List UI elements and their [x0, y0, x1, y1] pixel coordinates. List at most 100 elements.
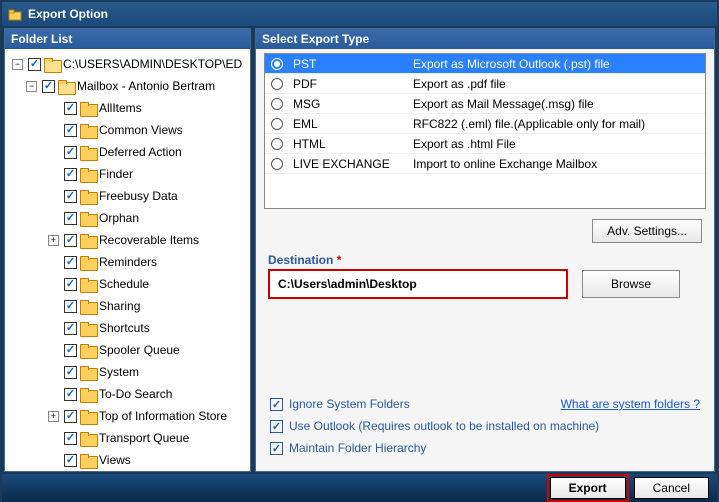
checkbox[interactable]	[64, 454, 77, 467]
folder-list-header: Folder List	[5, 29, 250, 49]
expand-icon[interactable]: −	[26, 81, 37, 92]
tree-item-label: Deferred Action	[99, 143, 182, 161]
tree-item-label: Finder	[99, 165, 133, 183]
export-type-row[interactable]: HTMLExport as .html File	[265, 134, 705, 154]
folder-icon	[80, 146, 96, 159]
export-type-row[interactable]: MSGExport as Mail Message(.msg) file	[265, 94, 705, 114]
folder-icon	[80, 102, 96, 115]
checkbox[interactable]	[64, 124, 77, 137]
radio[interactable]	[271, 58, 283, 70]
checkbox[interactable]	[64, 234, 77, 247]
tree-item[interactable]: To-Do Search	[7, 385, 172, 403]
maintain-hierarchy-label: Maintain Folder Hierarchy	[289, 441, 426, 455]
tree-item[interactable]: Spooler Queue	[7, 341, 180, 359]
app-icon	[8, 7, 22, 21]
tree-item[interactable]: +Top of Information Store	[7, 407, 227, 425]
tree-item[interactable]: Views	[7, 451, 131, 469]
tree-item-label: Reminders	[99, 253, 157, 271]
tree-item-label: To-Do Search	[99, 385, 172, 403]
checkbox[interactable]	[64, 388, 77, 401]
folder-open-icon	[44, 58, 60, 71]
folder-icon	[80, 278, 96, 291]
tree-item[interactable]: Sharing	[7, 297, 140, 315]
export-button[interactable]: Export	[550, 477, 626, 499]
maintain-hierarchy-checkbox[interactable]	[270, 442, 283, 455]
checkbox[interactable]	[42, 80, 55, 93]
tree-item-label: Recoverable Items	[99, 231, 199, 249]
tree-item[interactable]: Schedule	[7, 275, 149, 293]
ignore-system-folders-label: Ignore System Folders	[289, 397, 410, 411]
folder-icon	[80, 366, 96, 379]
export-type-row[interactable]: EMLRFC822 (.eml) file.(Applicable only f…	[265, 114, 705, 134]
destination-label: Destination *	[256, 249, 714, 269]
tree-item-label: Shortcuts	[99, 319, 150, 337]
title-bar: Export Option	[2, 2, 717, 26]
tree-item-label: Common Views	[99, 121, 183, 139]
cancel-button[interactable]: Cancel	[634, 477, 709, 499]
checkbox[interactable]	[64, 344, 77, 357]
tree-item[interactable]: System	[7, 363, 139, 381]
browse-button[interactable]: Browse	[582, 270, 680, 298]
checkbox[interactable]	[64, 432, 77, 445]
export-type-row[interactable]: PSTExport as Microsoft Outlook (.pst) fi…	[265, 54, 705, 74]
tree-mailbox-main[interactable]: −Mailbox - Antonio Bertram	[7, 77, 215, 95]
tree-item[interactable]: Reminders	[7, 253, 157, 271]
folder-icon	[80, 234, 96, 247]
what-are-system-folders-link[interactable]: What are system folders ?	[561, 397, 700, 411]
checkbox[interactable]	[64, 168, 77, 181]
expand-icon[interactable]: −	[12, 59, 23, 70]
destination-input[interactable]: C:\Users\admin\Desktop	[268, 269, 568, 299]
checkbox[interactable]	[64, 146, 77, 159]
tree-item[interactable]: AllItems	[7, 99, 142, 117]
tree-item[interactable]: + Recoverable Items	[7, 231, 199, 249]
adv-settings-button[interactable]: Adv. Settings...	[592, 219, 702, 243]
radio[interactable]	[271, 138, 283, 150]
tree-item-label: Spooler Queue	[99, 341, 180, 359]
folder-icon	[80, 410, 96, 423]
window-title: Export Option	[28, 7, 108, 21]
export-type-code: EML	[293, 117, 403, 131]
tree-item[interactable]: Finder	[7, 165, 133, 183]
folder-icon	[80, 124, 96, 137]
checkbox[interactable]	[64, 102, 77, 115]
tree-item[interactable]: Deferred Action	[7, 143, 182, 161]
folder-tree[interactable]: −C:\USERS\ADMIN\DESKTOP\ED −Mailbox - An…	[5, 49, 250, 471]
folder-icon	[80, 300, 96, 313]
checkbox[interactable]	[64, 190, 77, 203]
folder-icon	[80, 454, 96, 467]
tree-item-label: System	[99, 363, 139, 381]
radio[interactable]	[271, 118, 283, 130]
expand-icon[interactable]: +	[48, 235, 59, 246]
ignore-system-folders-checkbox[interactable]	[270, 398, 283, 411]
expand-icon[interactable]: +	[48, 411, 59, 422]
export-type-row[interactable]: PDFExport as .pdf file	[265, 74, 705, 94]
folder-icon	[80, 212, 96, 225]
radio[interactable]	[271, 158, 283, 170]
use-outlook-checkbox[interactable]	[270, 420, 283, 433]
tree-item[interactable]: Freebusy Data	[7, 187, 178, 205]
export-type-code: PDF	[293, 77, 403, 91]
checkbox[interactable]	[64, 366, 77, 379]
dialog-footer: Export Cancel	[2, 474, 717, 502]
checkbox[interactable]	[64, 322, 77, 335]
checkbox[interactable]	[64, 278, 77, 291]
tree-item[interactable]: Transport Queue	[7, 429, 189, 447]
tree-item[interactable]: Orphan	[7, 209, 139, 227]
checkbox[interactable]	[64, 410, 77, 423]
folder-icon	[80, 190, 96, 203]
checkbox[interactable]	[64, 256, 77, 269]
tree-root[interactable]: −C:\USERS\ADMIN\DESKTOP\ED	[7, 55, 242, 73]
checkbox[interactable]	[28, 58, 41, 71]
tree-item[interactable]: Shortcuts	[7, 319, 150, 337]
export-type-list: PSTExport as Microsoft Outlook (.pst) fi…	[264, 53, 706, 209]
radio[interactable]	[271, 78, 283, 90]
folder-icon	[80, 388, 96, 401]
checkbox[interactable]	[64, 300, 77, 313]
checkbox[interactable]	[64, 212, 77, 225]
tree-item-label: Transport Queue	[99, 429, 189, 447]
tree-item[interactable]: Common Views	[7, 121, 183, 139]
export-type-code: HTML	[293, 137, 403, 151]
export-type-row[interactable]: LIVE EXCHANGEImport to online Exchange M…	[265, 154, 705, 174]
radio[interactable]	[271, 98, 283, 110]
tree-item-label: Freebusy Data	[99, 187, 178, 205]
